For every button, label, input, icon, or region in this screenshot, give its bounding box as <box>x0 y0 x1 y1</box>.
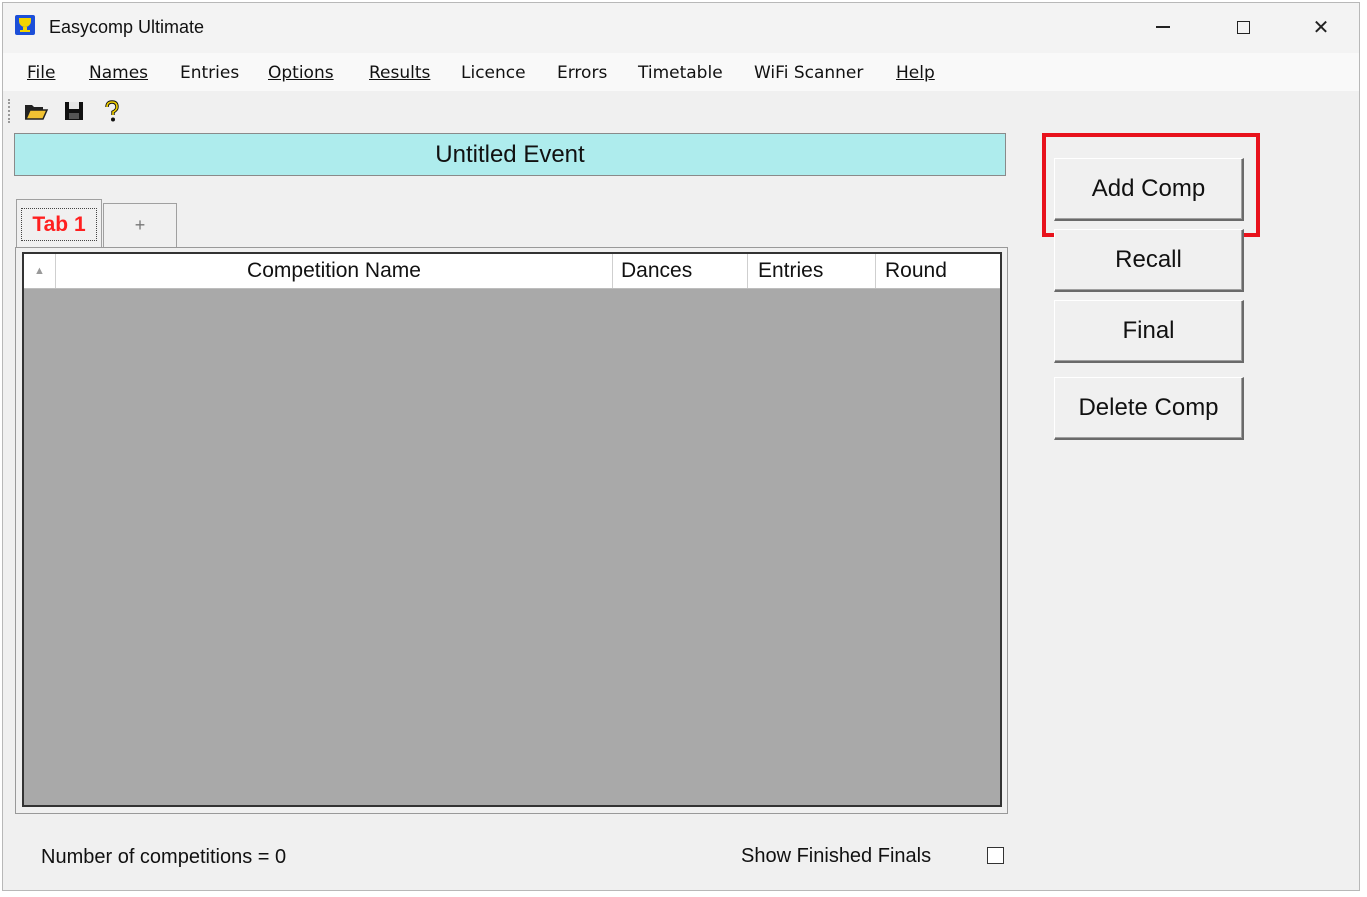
competition-count-text: Number of competitions = 0 <box>41 846 287 868</box>
add-comp-button[interactable]: Add Comp <box>1054 158 1244 221</box>
maximize-icon <box>1236 20 1250 34</box>
menu-results[interactable]: Results <box>369 63 430 83</box>
menu-wifi-scanner[interactable]: WiFi Scanner <box>754 63 863 83</box>
sort-column-header[interactable]: ▲ <box>24 254 56 288</box>
menu-help[interactable]: Help <box>896 63 935 83</box>
event-title-banner: Untitled Event <box>14 133 1006 176</box>
menu-licence[interactable]: Licence <box>461 63 526 83</box>
menu-entries[interactable]: Entries <box>180 63 239 83</box>
window-title: Easycomp Ultimate <box>49 17 205 37</box>
menu-bar: File Names Entries Options Results Licen… <box>3 53 1359 91</box>
close-button[interactable]: ✕ <box>1296 9 1346 45</box>
recall-button[interactable]: Recall <box>1054 229 1244 292</box>
help-button[interactable] <box>99 99 125 123</box>
save-button[interactable] <box>61 99 87 123</box>
tab-add[interactable]: + <box>103 203 177 247</box>
save-disk-icon <box>65 102 83 120</box>
column-entries[interactable]: Entries <box>748 254 876 288</box>
close-icon: ✕ <box>1312 15 1330 39</box>
menu-options[interactable]: Options <box>268 63 334 83</box>
toolbar-grip[interactable] <box>8 99 12 123</box>
competition-list-frame: ▲ Competition Name Dances Entries Round <box>15 247 1008 814</box>
trophy-app-icon <box>15 15 35 35</box>
open-folder-icon <box>24 105 49 120</box>
minimize-button[interactable] <box>1138 9 1188 45</box>
sort-up-icon: ▲ <box>34 265 45 277</box>
competition-list[interactable]: ▲ Competition Name Dances Entries Round <box>22 252 1002 807</box>
toolbar <box>3 91 1359 131</box>
menu-errors[interactable]: Errors <box>557 63 607 83</box>
open-folder-button[interactable] <box>23 99 49 123</box>
menu-names[interactable]: Names <box>89 63 148 83</box>
column-dances[interactable]: Dances <box>613 254 748 288</box>
show-finished-finals-checkbox[interactable] <box>987 847 1004 864</box>
show-finished-finals-label: Show Finished Finals <box>741 845 932 867</box>
plus-icon: + <box>134 215 146 235</box>
app-window: Easycomp Ultimate ✕ File Names Entries O… <box>2 2 1360 891</box>
tab-1-label: Tab 1 <box>21 208 97 241</box>
delete-comp-button[interactable]: Delete Comp <box>1054 377 1244 440</box>
list-header: ▲ Competition Name Dances Entries Round <box>24 254 1000 289</box>
tab-1[interactable]: Tab 1 <box>16 199 102 247</box>
final-button[interactable]: Final <box>1054 300 1244 363</box>
menu-timetable[interactable]: Timetable <box>638 63 723 83</box>
minimize-icon <box>1156 26 1170 28</box>
column-competition-name[interactable]: Competition Name <box>56 254 613 288</box>
maximize-button[interactable] <box>1218 9 1268 45</box>
title-bar[interactable]: Easycomp Ultimate ✕ <box>3 3 1359 53</box>
column-round[interactable]: Round <box>876 254 1000 288</box>
help-question-icon <box>105 100 119 122</box>
menu-file[interactable]: File <box>27 63 55 83</box>
